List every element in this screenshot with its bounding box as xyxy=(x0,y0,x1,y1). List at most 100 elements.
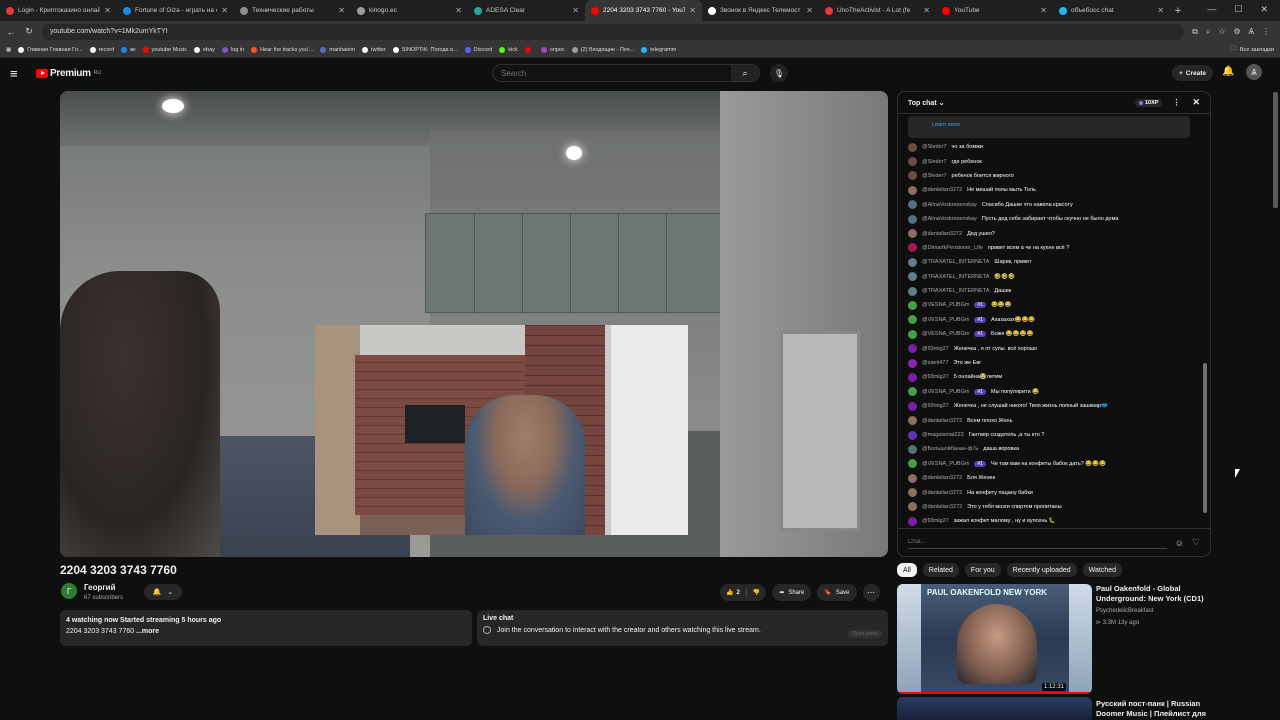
install-icon[interactable]: ⧉ xyxy=(1192,27,1198,37)
zoom-icon[interactable]: ⌕ xyxy=(1206,27,1210,37)
youtube-logo[interactable]: Premium RU xyxy=(36,68,101,79)
browser-tab[interactable]: Fortune of Giza - играть на о ✕ xyxy=(117,0,234,21)
close-tab-icon[interactable]: ✕ xyxy=(221,6,228,15)
close-tab-icon[interactable]: ✕ xyxy=(338,6,345,15)
chat-avatar[interactable] xyxy=(908,171,917,181)
close-chat-icon[interactable]: ✕ xyxy=(1192,97,1200,108)
browser-tab[interactable]: Звонок в Яндекс Телемост ✕ xyxy=(702,0,819,21)
subscription-notify-button[interactable]: 🔔 ⌄ xyxy=(144,584,182,600)
bookmark-item[interactable]: record xyxy=(89,46,114,53)
bookmark-item[interactable]: manhaeim xyxy=(320,46,355,53)
save-button[interactable]: 🔖 Save xyxy=(817,584,857,601)
bookmark-star-icon[interactable]: ☆ xyxy=(1218,27,1225,37)
chat-author[interactable]: @Большойбанан-ф7ь xyxy=(922,446,978,452)
back-icon[interactable]: ← xyxy=(6,27,16,37)
apps-icon[interactable]: ▦ xyxy=(6,47,11,53)
chat-author[interactable]: @93mig27 xyxy=(922,518,949,524)
chat-avatar[interactable] xyxy=(908,459,917,469)
chat-author[interactable]: @Sleder7 xyxy=(922,173,947,179)
chat-author[interactable]: @93mig27 xyxy=(922,374,949,380)
bookmark-item[interactable]: Главная Главная Гл... xyxy=(18,46,83,53)
bookmark-item[interactable]: опрос xyxy=(540,46,565,53)
guide-menu-icon[interactable]: ≡ xyxy=(10,66,30,81)
filter-chip[interactable]: Related xyxy=(922,563,959,577)
chat-author[interactable]: @93mig27 xyxy=(922,403,949,409)
chat-author[interactable]: @VESNA_PUBGm xyxy=(922,317,969,323)
chat-author[interactable]: @AlinaVoskresenskay xyxy=(922,216,977,222)
browser-tab[interactable]: YouTube ✕ xyxy=(936,0,1053,21)
close-tab-icon[interactable]: ✕ xyxy=(1040,6,1047,15)
dislike-button[interactable]: 👎 xyxy=(747,589,766,596)
bookmark-item[interactable]: Hear the tracks you'... xyxy=(251,46,313,53)
chat-avatar[interactable] xyxy=(908,358,917,368)
search-button[interactable]: ⌕ xyxy=(731,65,759,81)
chat-avatar[interactable] xyxy=(908,300,917,310)
chat-author[interactable]: @zaeti477 xyxy=(922,360,948,366)
create-button[interactable]: + Create xyxy=(1172,65,1214,81)
chat-author[interactable]: @dantalian3272 xyxy=(922,504,962,510)
description-box[interactable]: 4 watching now Started streaming 5 hours… xyxy=(60,610,472,646)
chat-scrollbar[interactable] xyxy=(1203,118,1207,522)
heart-icon[interactable]: ♡ xyxy=(1192,537,1200,548)
browser-tab[interactable]: kinogo.ec ✕ xyxy=(351,0,468,21)
share-button[interactable]: ➦ Share xyxy=(772,584,812,601)
chat-author[interactable]: @TRAXATEL_INTERNETA xyxy=(922,259,989,265)
chat-avatar[interactable] xyxy=(908,401,917,411)
recommended-video[interactable]: Русский пост-панк | Russian Doomer Music… xyxy=(897,697,1211,720)
chat-avatar[interactable] xyxy=(908,416,917,426)
close-tab-icon[interactable]: ✕ xyxy=(806,6,813,15)
url-field[interactable]: youtube.com/watch?v=1Mk2umYkTYI xyxy=(42,23,1185,40)
recommended-title[interactable]: Русский пост-панк | Russian Doomer Music… xyxy=(1096,699,1211,719)
close-tab-icon[interactable]: ✕ xyxy=(104,6,111,15)
more-actions-button[interactable]: ⋯ xyxy=(862,584,880,601)
video-thumbnail[interactable] xyxy=(897,697,1092,720)
chat-input[interactable] xyxy=(908,536,1167,549)
bookmark-item[interactable] xyxy=(524,46,534,53)
chat-author[interactable]: @magaismat223 xyxy=(922,432,964,438)
learn-more-link[interactable]: Learn more xyxy=(932,122,960,128)
chat-avatar[interactable] xyxy=(908,444,917,454)
profile-icon[interactable]: Ѧ xyxy=(1249,27,1254,37)
chat-avatar[interactable] xyxy=(908,516,917,526)
chat-author[interactable]: @dantalian3272 xyxy=(922,475,962,481)
browser-tab[interactable]: Login - Криптоказино онлайн ✕ xyxy=(0,0,117,21)
chat-avatar[interactable] xyxy=(908,430,917,440)
channel-name[interactable]: Георгий xyxy=(84,583,116,592)
chat-avatar[interactable] xyxy=(908,157,917,167)
browser-tab[interactable]: UnoTheActivist - A Lot (fe ✕ xyxy=(819,0,936,21)
chat-avatar[interactable] xyxy=(908,272,917,282)
bookmark-item[interactable]: (2) Входящие - Поч... xyxy=(571,46,634,53)
channel-avatar[interactable]: Г xyxy=(61,583,77,599)
close-window-icon[interactable]: ✕ xyxy=(1260,4,1268,15)
minimize-icon[interactable]: — xyxy=(1207,4,1216,15)
emoji-icon[interactable]: ☺ xyxy=(1175,538,1184,548)
chat-avatar[interactable] xyxy=(908,372,917,382)
chat-author[interactable]: @VESNA_PUBGm xyxy=(922,461,969,467)
chat-avatar[interactable] xyxy=(908,200,917,210)
chat-author[interactable]: @VESNA_PUBGm xyxy=(922,302,969,308)
chat-author[interactable]: @dantalian3272 xyxy=(922,231,962,237)
top-chat-selector[interactable]: Top chat ⌄ xyxy=(908,99,944,107)
close-tab-icon[interactable]: ✕ xyxy=(455,6,462,15)
bookmark-item[interactable]: log in xyxy=(221,46,244,53)
notifications-bell-icon[interactable]: 🔔 xyxy=(1222,66,1234,77)
chat-author[interactable]: @TRAXATEL_INTERNETA xyxy=(922,288,989,294)
close-tab-icon[interactable]: ✕ xyxy=(572,6,579,15)
all-bookmarks-folder[interactable]: 🗀 Все закладки xyxy=(1231,45,1274,54)
chat-author[interactable]: @dantalian3272 xyxy=(922,187,962,193)
filter-chip[interactable]: For you xyxy=(964,563,1001,577)
bookmark-item[interactable]: SINOPTIK: Погода в... xyxy=(392,46,458,53)
chat-avatar[interactable] xyxy=(908,286,917,296)
chat-avatar[interactable] xyxy=(908,243,917,253)
browser-tab[interactable]: ADESA Clear ✕ xyxy=(468,0,585,21)
chat-avatar[interactable] xyxy=(908,142,917,152)
chat-author[interactable]: @DimarikPensioner_Life xyxy=(922,245,983,251)
browser-tab[interactable]: объебосс chat ✕ xyxy=(1053,0,1170,21)
chat-avatar[interactable] xyxy=(908,344,917,354)
close-tab-icon[interactable]: ✕ xyxy=(1157,6,1164,15)
menu-icon[interactable]: ⋮ xyxy=(1262,27,1270,37)
new-tab-icon[interactable]: + xyxy=(1170,5,1186,17)
account-avatar[interactable]: Ѧ xyxy=(1246,64,1262,80)
bookmark-item[interactable]: telegramm xyxy=(641,46,676,53)
recommended-channel[interactable]: PsychedelicBreakfast xyxy=(1096,608,1153,614)
